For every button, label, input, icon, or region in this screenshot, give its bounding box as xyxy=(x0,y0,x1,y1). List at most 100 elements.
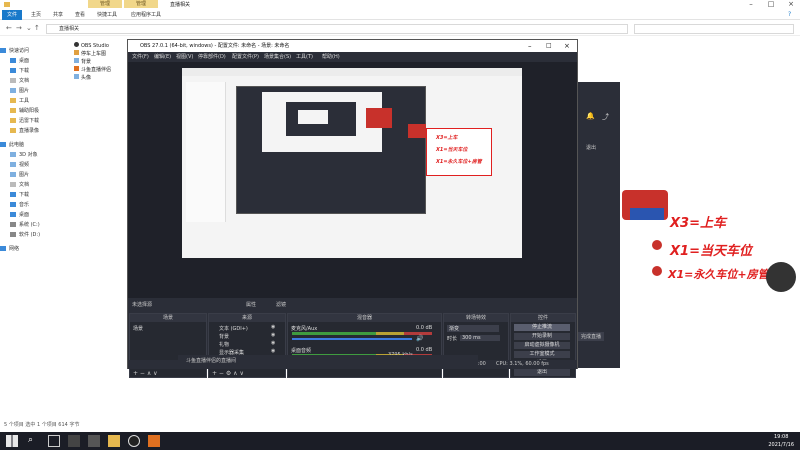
file-explorer-icon[interactable] xyxy=(108,435,120,447)
system-clock[interactable]: 19:08 2021/7/16 xyxy=(768,433,794,449)
forward-icon[interactable]: → xyxy=(16,24,22,32)
nav-drive-d[interactable]: 软件 (D:) xyxy=(10,230,40,240)
list-item[interactable]: OBS Studio xyxy=(74,42,109,50)
speaker-icon[interactable]: 🔊 xyxy=(416,335,423,342)
start-recording-button[interactable]: 开始录制 xyxy=(514,333,570,340)
obs-icon[interactable] xyxy=(128,435,140,447)
address-input[interactable]: 直播相关 xyxy=(46,24,628,34)
menu-scene-collection[interactable]: 场景集合(S) xyxy=(264,52,291,62)
bell-icon[interactable]: 🔔 xyxy=(586,112,595,120)
nav-pc-desktop[interactable]: 桌面 xyxy=(10,210,29,220)
eye-icon[interactable]: ◉ xyxy=(271,332,275,338)
ctx-tab-manage-1[interactable]: 管理 xyxy=(88,0,122,8)
maximize-icon[interactable]: □ xyxy=(762,0,780,9)
network-icon xyxy=(0,246,6,251)
tab-app-tools[interactable]: 应用程序工具 xyxy=(126,10,166,20)
app-icon[interactable] xyxy=(88,435,100,447)
computer-icon xyxy=(0,142,6,147)
nav-pc-documents[interactable]: 文档 xyxy=(10,180,29,190)
list-item[interactable]: 停车上车图 xyxy=(74,50,106,58)
nav-xunlei[interactable]: 迅雷下载 xyxy=(10,116,39,126)
tab-file[interactable]: 文件 xyxy=(2,10,23,20)
nav-this-pc[interactable]: 此电脑 xyxy=(0,140,24,150)
tab-view[interactable]: 查看 xyxy=(70,10,90,20)
duration-input[interactable]: 300 ms xyxy=(460,335,500,341)
menu-help[interactable]: 帮助(H) xyxy=(322,52,340,62)
add-icon[interactable]: + − ⚙ ∧ ∨ xyxy=(212,370,244,377)
windows-start-icon[interactable] xyxy=(6,435,18,447)
nav-live-recordings[interactable]: 直播录像 xyxy=(10,126,39,136)
source-item[interactable]: 文本 (GDI+) xyxy=(219,325,248,332)
source-toolbar: 未选择源 属性 滤镜 xyxy=(128,301,577,310)
start-virtualcam-button[interactable]: 启动虚拟摄像机 xyxy=(514,342,570,349)
search-input[interactable] xyxy=(634,24,794,34)
bg-app-end-live-button[interactable]: 完成直播 xyxy=(578,332,605,341)
desktop-icon xyxy=(10,212,16,217)
folder-icon xyxy=(10,98,16,103)
ctx-tab-manage-2[interactable]: 管理 xyxy=(124,0,158,8)
source-item[interactable]: 礼物 xyxy=(219,341,229,348)
tab-home[interactable]: 主页 xyxy=(26,10,46,20)
list-item[interactable]: 背景 xyxy=(74,58,91,66)
obs-preview[interactable]: X3=上车 X1=当天车位 X1=永久车位+房管 xyxy=(128,62,577,298)
scene-item[interactable]: 场景 xyxy=(133,325,143,332)
menu-tools[interactable]: 工具(T) xyxy=(296,52,313,62)
chevron-down-icon[interactable]: ⌄ xyxy=(26,24,32,32)
menu-file[interactable]: 文件(F) xyxy=(132,52,149,62)
eye-icon[interactable]: ◉ xyxy=(271,324,275,330)
close-icon[interactable]: × xyxy=(564,40,570,52)
eye-icon[interactable]: ◉ xyxy=(271,348,275,354)
nav-desktop[interactable]: 桌面 xyxy=(10,56,29,66)
volume-meter xyxy=(292,332,432,335)
studio-mode-button[interactable]: 工作室模式 xyxy=(514,351,570,358)
maximize-icon[interactable]: □ xyxy=(546,40,552,52)
nav-quick-access[interactable]: 快速访问 xyxy=(0,46,29,56)
obs-window: OBS 27.0.1 (64-bit, windows) - 配置文件: 未命名… xyxy=(127,39,578,378)
help-icon[interactable]: ? xyxy=(788,11,791,18)
stop-streaming-button[interactable]: 停止推流 xyxy=(514,324,570,331)
properties-button[interactable]: 属性 xyxy=(246,301,256,310)
nav-pc-pictures[interactable]: 图片 xyxy=(10,170,29,180)
nav-tools[interactable]: 工具 xyxy=(10,96,29,106)
up-icon[interactable]: ↑ xyxy=(34,24,40,32)
search-icon[interactable]: ⌕ xyxy=(28,435,40,447)
tab-quick-tools[interactable]: 快捷工具 xyxy=(92,10,122,20)
nav-network[interactable]: 网络 xyxy=(0,244,19,254)
minimize-icon[interactable]: – xyxy=(528,40,532,52)
duration-label: 时长 xyxy=(447,336,458,342)
nav-3d-objects[interactable]: 3D 对象 xyxy=(10,150,38,160)
menu-docks[interactable]: 停靠部件(D) xyxy=(198,52,226,62)
back-icon[interactable]: ← xyxy=(6,24,12,32)
close-icon[interactable]: × xyxy=(782,0,800,9)
list-item[interactable]: 斗鱼直播伴侣 xyxy=(74,66,111,74)
desktop-icon xyxy=(10,58,16,63)
drive-icon xyxy=(10,232,16,237)
nav-downloads[interactable]: 下载 xyxy=(10,66,29,76)
filters-button[interactable]: 滤镜 xyxy=(276,301,286,310)
nav-videos[interactable]: 视频 xyxy=(10,160,29,170)
menu-edit[interactable]: 编辑(E) xyxy=(154,52,171,62)
nav-folder-2[interactable]: 辅助阳极 xyxy=(10,106,39,116)
transition-select[interactable]: 渐变 xyxy=(447,325,499,332)
share-icon[interactable]: ⤴ xyxy=(602,112,609,122)
minimize-icon[interactable]: – xyxy=(742,0,760,9)
source-item[interactable]: 背景 xyxy=(219,333,229,340)
menu-profile[interactable]: 配置文件(P) xyxy=(232,52,259,62)
address-bar-row: ← → ⌄ ↑ 直播相关 xyxy=(0,22,800,36)
nav-drive-c[interactable]: 系统 (C:) xyxy=(10,220,40,230)
bg-app-exit-button[interactable]: 退出 xyxy=(586,144,596,151)
tab-share[interactable]: 共享 xyxy=(48,10,68,20)
menu-view[interactable]: 视图(V) xyxy=(176,52,193,62)
nav-music[interactable]: 音乐 xyxy=(10,200,29,210)
taskview-icon[interactable] xyxy=(48,435,60,447)
exit-button[interactable]: 退出 xyxy=(514,369,570,376)
list-item[interactable]: 头像 xyxy=(74,74,91,82)
add-icon[interactable]: + − ∧ ∨ xyxy=(133,370,158,377)
nav-pictures[interactable]: 图片 xyxy=(10,86,29,96)
live-companion-icon[interactable] xyxy=(148,435,160,447)
nav-pc-downloads[interactable]: 下载 xyxy=(10,190,29,200)
volume-slider[interactable] xyxy=(292,338,412,340)
app-icon[interactable] xyxy=(68,435,80,447)
eye-icon[interactable]: ◉ xyxy=(271,340,275,346)
nav-documents[interactable]: 文档 xyxy=(10,76,29,86)
